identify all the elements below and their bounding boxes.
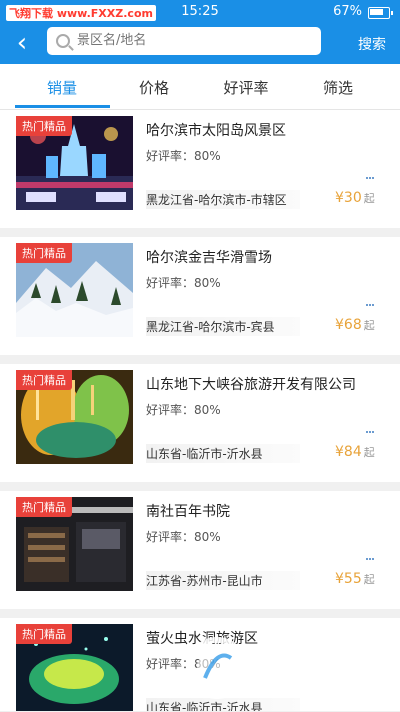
item-rating: 好评率：80% bbox=[146, 276, 221, 290]
hot-badge: 热门精品 bbox=[16, 624, 72, 644]
search-box[interactable] bbox=[47, 27, 321, 55]
tab-sales[interactable]: 销量 bbox=[12, 77, 112, 98]
item-title: 山东地下大峡谷旅游开发有限公司 bbox=[146, 377, 356, 393]
more-icon[interactable] bbox=[366, 418, 378, 433]
item-rating: 好评率：80% bbox=[146, 530, 221, 544]
active-tab-indicator bbox=[15, 105, 110, 108]
thumbnail-glowworm-cave: 热门精品 bbox=[16, 624, 133, 711]
search-input[interactable] bbox=[75, 32, 309, 49]
hot-badge: 热门精品 bbox=[16, 497, 72, 517]
watermark-logo-text: 飞翔下载 bbox=[255, 646, 375, 681]
item-location: 黑龙江省-哈尔滨市-市辖区 bbox=[146, 190, 300, 209]
item-title: 哈尔滨金吉华滑雪场 bbox=[146, 250, 272, 266]
list-item[interactable]: 热门精品 哈尔滨市太阳岛风景区 好评率：80% 黑龙江省-哈尔滨市-市辖区 ¥3… bbox=[0, 110, 400, 228]
more-icon[interactable] bbox=[366, 545, 378, 560]
hot-badge: 热门精品 bbox=[16, 243, 72, 263]
more-icon[interactable] bbox=[366, 291, 378, 306]
tab-price[interactable]: 价格 bbox=[104, 77, 204, 98]
item-price: ¥30 起 bbox=[335, 190, 375, 206]
item-rating: 好评率：80% bbox=[146, 149, 221, 163]
item-location: 黑龙江省-哈尔滨市-宾县 bbox=[146, 317, 300, 336]
search-button[interactable]: 搜索 bbox=[358, 34, 386, 54]
thumbnail-ski-slope: 热门精品 bbox=[16, 243, 133, 337]
item-rating: 好评率：80% bbox=[146, 403, 221, 417]
nav-bar: ‹ 搜索 bbox=[0, 24, 400, 64]
tab-filter[interactable]: 筛选 bbox=[288, 77, 388, 98]
thumbnail-cave: 热门精品 bbox=[16, 370, 133, 464]
item-title: 哈尔滨市太阳岛风景区 bbox=[146, 123, 286, 139]
item-location: 山东省-临沂市-沂水县 bbox=[146, 444, 300, 463]
list-item[interactable]: 热门精品 哈尔滨金吉华滑雪场 好评率：80% 黑龙江省-哈尔滨市-宾县 ¥68 起 bbox=[0, 237, 400, 355]
thumbnail-academy: 热门精品 bbox=[16, 497, 133, 591]
status-bar: 飞翔下载 www.FXXZ.com 15:25 67% bbox=[0, 0, 400, 24]
item-price: ¥55 起 bbox=[335, 571, 375, 587]
item-price: ¥84 起 bbox=[335, 444, 375, 460]
item-location: 江苏省-苏州市-昆山市 bbox=[146, 571, 300, 590]
hot-badge: 热门精品 bbox=[16, 370, 72, 390]
list-item[interactable]: 热门精品 南社百年书院 好评率：80% 江苏省-苏州市-昆山市 ¥55 起 bbox=[0, 491, 400, 609]
watermark-logo: 飞翔下载 www.fxxz.com bbox=[185, 628, 395, 708]
sort-tabs: 销量 价格 好评率 筛选 bbox=[0, 64, 400, 110]
battery-level: 67% bbox=[333, 4, 362, 19]
item-title: 南社百年书院 bbox=[146, 504, 230, 520]
search-icon bbox=[56, 34, 70, 48]
back-icon[interactable]: ‹ bbox=[10, 30, 34, 58]
battery-icon bbox=[368, 7, 393, 19]
list-item[interactable]: 热门精品 山东地下大峡谷旅游开发有限公司 好评率：80% 山东省-临沂市-沂水县… bbox=[0, 364, 400, 482]
more-icon[interactable] bbox=[366, 164, 378, 179]
tab-rating[interactable]: 好评率 bbox=[196, 77, 296, 98]
item-price: ¥68 起 bbox=[335, 317, 375, 333]
hot-badge: 热门精品 bbox=[16, 116, 72, 136]
watermark-logo-url: www.fxxz.com bbox=[267, 685, 353, 699]
thumbnail-ice-castle: 热门精品 bbox=[16, 116, 133, 210]
